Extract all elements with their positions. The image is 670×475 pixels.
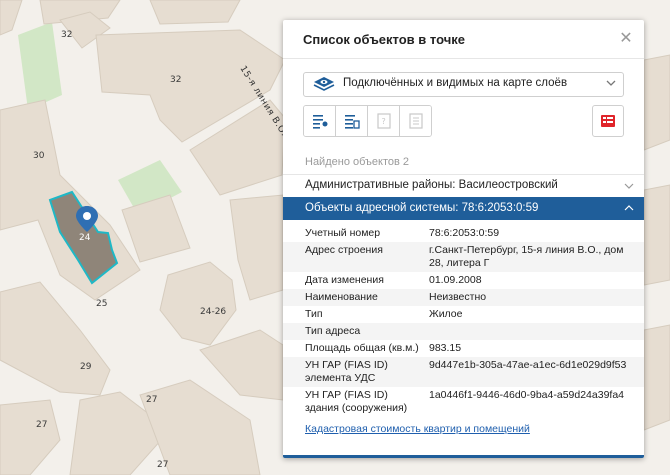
panel-bottom-bar [283,455,644,458]
house-number-label: 29 [80,362,92,372]
property-key: Тип адреса [305,325,361,337]
cadastral-value-link[interactable]: Кадастровая стоимость квартир и помещени… [305,423,530,435]
property-value: 01.09.2008 [429,274,482,286]
toolbar: ? [303,105,432,137]
property-value: 9d447e1b-305a-47ae-a1ec-6d1e029d9f53 [429,359,627,371]
property-key: Тип [305,308,323,320]
help-doc-button[interactable]: ? [368,106,400,136]
document-button[interactable] [400,106,431,136]
property-key: Наименование [305,291,378,303]
property-key: Площадь общая (кв.м.) [305,342,419,354]
property-row: Адрес строения г.Санкт-Петербург, 15-я л… [283,242,644,272]
list-pin-button[interactable] [304,106,336,136]
section-label: Объекты адресной системы: 78:6:2053:0:59 [305,202,539,214]
report-icon [601,115,615,127]
property-row: УН ГАР (FIAS ID) элемента УДС 9d447e1b-3… [283,357,644,387]
section-admin-districts[interactable]: Административные районы: Василеостровски… [283,174,644,198]
property-row: Тип Жилое [283,306,644,323]
house-number-label: 27 [146,395,157,405]
property-value: 78:6:2053:0:59 [429,227,500,239]
layers-eye-icon [313,77,335,91]
report-button[interactable] [592,105,624,137]
chevron-down-icon [606,80,616,86]
close-icon[interactable]: ✕ [616,29,636,49]
property-key: УН ГАР (FIAS ID) элемента УДС [305,359,388,384]
property-value: г.Санкт-Петербург, 15-я линия В.О., дом … [429,244,624,269]
house-number-label: 27 [157,460,168,470]
list-select-icon [344,115,360,129]
property-value: 983.15 [429,342,462,354]
found-count-label: Найдено объектов 2 [305,156,410,168]
property-row: Площадь общая (кв.м.) 983.15 [283,340,644,357]
chevron-up-icon [624,205,634,211]
property-row: Учетный номер 78:6:2053:0:59 [283,225,644,242]
property-key: Учетный номер [305,227,381,239]
svg-text:?: ? [381,117,385,126]
house-number-label: 30 [33,151,45,161]
property-row: УН ГАР (FIAS ID) здания (сооружения) 1a0… [283,387,644,417]
document-icon [408,113,423,129]
property-key: Дата изменения [305,274,384,286]
house-number-label: 24-26 [200,307,226,317]
list-pin-icon [312,115,327,129]
property-value: Неизвестно [429,291,487,303]
section-address-objects[interactable]: Объекты адресной системы: 78:6:2053:0:59 [283,197,644,220]
chevron-down-icon [624,183,634,189]
property-key: УН ГАР (FIAS ID) здания (сооружения) [305,389,408,414]
property-value [429,325,639,338]
section-label: Административные районы: Василеостровски… [305,179,558,191]
house-number-label: 32 [170,75,181,85]
house-number-label: 25 [96,299,107,309]
list-select-button[interactable] [336,106,368,136]
properties-table: Учетный номер 78:6:2053:0:59 Адрес строе… [283,225,644,417]
property-row: Наименование Неизвестно [283,289,644,306]
property-key: Адрес строения [305,244,383,256]
property-value: 1a0446f1-9446-46d0-9ba4-a59d24a39fa4 [429,389,625,401]
house-number-label: 24 [79,233,91,243]
objects-at-point-panel: Список объектов в точке ✕ Подключённых и… [283,20,644,458]
property-value: Жилое [429,308,463,320]
property-row: Тип адреса [283,323,644,340]
help-doc-icon: ? [376,113,391,129]
panel-header: Список объектов в точке ✕ [283,20,644,59]
house-number-label: 27 [36,420,47,430]
house-number-label: 32 [61,30,72,40]
property-row: Дата изменения 01.09.2008 [283,272,644,289]
panel-title: Список объектов в точке [303,32,465,47]
layer-filter-select[interactable]: Подключённых и видимых на карте слоёв [303,72,624,97]
layer-filter-value: Подключённых и видимых на карте слоёв [343,77,568,89]
